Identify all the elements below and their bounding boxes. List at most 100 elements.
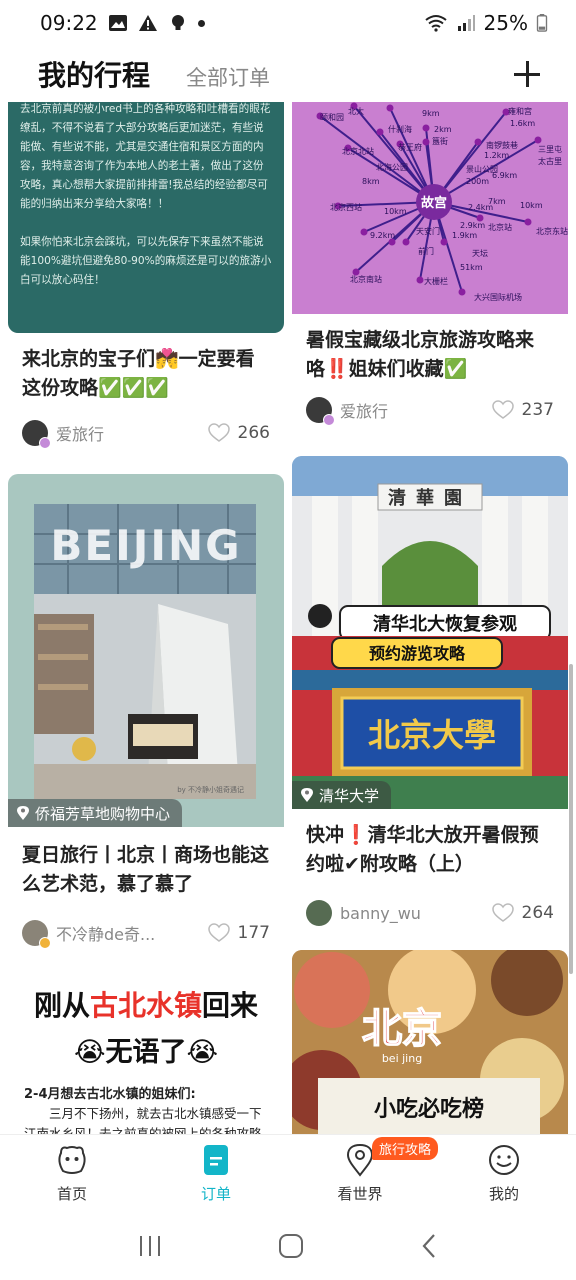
like-count: 237	[521, 400, 554, 420]
author-name[interactable]: 不冷静de奇...	[56, 921, 208, 945]
note-card[interactable]: 去北京前真的被小red书上的各种攻略和吐槽看的眼花缭乱，不得不说看了大部分攻略后…	[8, 102, 284, 453]
map-label: 1.6km	[510, 119, 535, 128]
system-nav-bar	[0, 1212, 576, 1280]
map-station-dot	[524, 218, 532, 226]
nav-home-label: 首页	[56, 1185, 87, 1203]
cover-sub-text: bei jing	[382, 1052, 422, 1065]
map-label: 太古里	[538, 156, 562, 166]
cover-word: BEIJING	[50, 521, 241, 570]
home-button-icon[interactable]	[278, 1233, 304, 1259]
map-label: 前门	[418, 246, 434, 256]
card-cover: 故宫颐和园北大500m9km什刹海恭王府北京北站北海公园8km景山公园200m簋…	[292, 102, 568, 314]
nav-home[interactable]: 首页	[0, 1135, 144, 1212]
card-cover: 刚从古北水镇回来 😭无语了😭 2-4月想去古北水镇的姐妹们: 三月不下扬州，就去…	[8, 964, 284, 1134]
cover-big-text: 北京	[362, 1005, 442, 1052]
card-cover: 去北京前真的被小red书上的各种攻略和吐槽看的眼花缭乱，不得不说看了大部分攻略后…	[8, 102, 284, 333]
author-name[interactable]: banny_wu	[340, 904, 492, 923]
clock: 09:22	[40, 11, 98, 35]
map-label: 天安门	[416, 226, 440, 236]
author-name[interactable]: 爱旅行	[56, 421, 208, 445]
map-label: 1.2km	[484, 151, 509, 160]
map-label: 大栅栏	[424, 276, 448, 286]
like-count: 177	[237, 923, 270, 943]
avatar[interactable]	[22, 420, 51, 449]
recents-icon[interactable]	[137, 1234, 163, 1258]
warning-icon	[138, 15, 157, 31]
note-card[interactable]: 清華園 清华北大恢复参观 预约游览攻略 北京大學 清华大学 快冲❗清华北大放开暑…	[292, 456, 568, 933]
location-pin-icon	[17, 806, 29, 820]
nav-me[interactable]: 我的	[432, 1135, 576, 1212]
avatar[interactable]	[22, 920, 51, 949]
map-label: 10km	[384, 207, 407, 216]
map-label: 2.9km	[460, 221, 485, 230]
map-label: 北京北站	[342, 146, 374, 156]
card-meta: 爱旅行 237	[292, 390, 568, 430]
gallery-icon	[108, 15, 127, 31]
tab-all-orders[interactable]: 全部订单	[186, 62, 270, 92]
card-cover: 北京 bei jing 小吃必吃榜	[292, 950, 568, 1134]
map-station-dot	[402, 238, 410, 246]
signal-icon	[457, 15, 475, 31]
notification-dot	[197, 19, 205, 27]
note-card[interactable]: 刚从古北水镇回来 😭无语了😭 2-4月想去古北水镇的姐妹们: 三月不下扬州，就去…	[8, 964, 284, 1134]
watermark: by 不冷静小姐奇遇记	[177, 785, 244, 794]
battery-icon	[536, 14, 548, 32]
map-label: 7km	[488, 197, 506, 206]
scrollbar[interactable]	[569, 664, 573, 974]
location-tag[interactable]: 清华大学	[292, 781, 392, 809]
heart-icon[interactable]	[207, 423, 230, 443]
heart-icon[interactable]	[491, 400, 514, 420]
map-label: 颐和园	[320, 113, 344, 122]
map-station-dot	[422, 138, 430, 146]
map-station-dot	[474, 138, 482, 146]
map-station-dot	[458, 288, 466, 296]
map-label: 8km	[362, 177, 380, 186]
map-label: 南锣鼓巷	[486, 140, 518, 150]
map-label: 三里屯	[538, 144, 562, 154]
card-cover: BEIJING by 不冷静小姐奇遇记 侨福芳草地购物中心	[8, 474, 284, 827]
map-center-label: 故宫	[421, 195, 447, 211]
plaque-text: 北京大學	[368, 716, 496, 754]
heart-icon[interactable]	[491, 903, 514, 923]
map-station-dot	[386, 104, 394, 112]
map-station-dot	[534, 136, 542, 144]
bulb-icon	[171, 15, 184, 30]
bottom-nav: 首页 订单 看世界 旅行攻略 我的	[0, 1134, 576, 1212]
cover-subheading: 😭无语了😭	[73, 1037, 219, 1068]
campus-photo: 清華園 清华北大恢复参观 预约游览攻略 北京大學	[292, 456, 568, 809]
map-label: 2km	[434, 125, 452, 134]
card-title: 夏日旅行丨北京丨商场也能这么艺术范，慕了慕了	[22, 844, 270, 895]
map-label: 北京东站	[536, 226, 568, 236]
map-label: 北京站	[488, 222, 512, 232]
map-station-dot	[440, 238, 448, 246]
map-station-dot	[376, 128, 384, 136]
note-card[interactable]: BEIJING by 不冷静小姐奇遇记 侨福芳草地购物中心 夏日旅行丨北京丨商场…	[8, 474, 284, 953]
status-bar: 09:22 25%	[0, 0, 576, 46]
map-label: 9km	[422, 109, 440, 118]
nav-orders[interactable]: 订单	[144, 1135, 288, 1212]
page-title: 我的行程	[38, 59, 151, 92]
food-photo: 北京 bei jing 小吃必吃榜	[292, 950, 568, 1134]
trip-feed[interactable]: 去北京前真的被小red书上的各种攻略和吐槽看的眼花缭乱，不得不说看了大部分攻略后…	[0, 102, 576, 1134]
cover-banner: 小吃必吃榜	[374, 1096, 484, 1122]
note-card[interactable]: 北京 bei jing 小吃必吃榜	[292, 950, 568, 1134]
map-label: 北大	[348, 106, 364, 116]
location-tag[interactable]: 侨福芳草地购物中心	[8, 799, 183, 827]
back-icon[interactable]	[419, 1233, 439, 1259]
add-button[interactable]	[512, 59, 542, 89]
nav-world-label: 看世界	[337, 1185, 383, 1203]
nav-world[interactable]: 看世界 旅行攻略	[288, 1135, 439, 1212]
map-label: 北京西站	[330, 202, 362, 212]
travel-guide-badge: 旅行攻略	[372, 1137, 439, 1160]
cover-paragraph: 三月不下扬州，就去古北水镇感受一下江南水乡风！去之前真的被网上的各种攻略看的眼花…	[24, 1106, 262, 1134]
avatar[interactable]	[306, 397, 335, 426]
author-name[interactable]: 爱旅行	[340, 398, 492, 422]
like-count: 264	[521, 903, 554, 923]
location-pin-icon	[301, 788, 313, 802]
page-header: 我的行程 全部订单	[0, 46, 576, 102]
heart-icon[interactable]	[207, 923, 230, 943]
card-meta: 爱旅行 266	[8, 413, 284, 453]
avatar[interactable]	[306, 900, 332, 926]
map-label: 北京南站	[350, 274, 382, 284]
note-card[interactable]: 故宫颐和园北大500m9km什刹海恭王府北京北站北海公园8km景山公园200m簋…	[292, 102, 568, 430]
